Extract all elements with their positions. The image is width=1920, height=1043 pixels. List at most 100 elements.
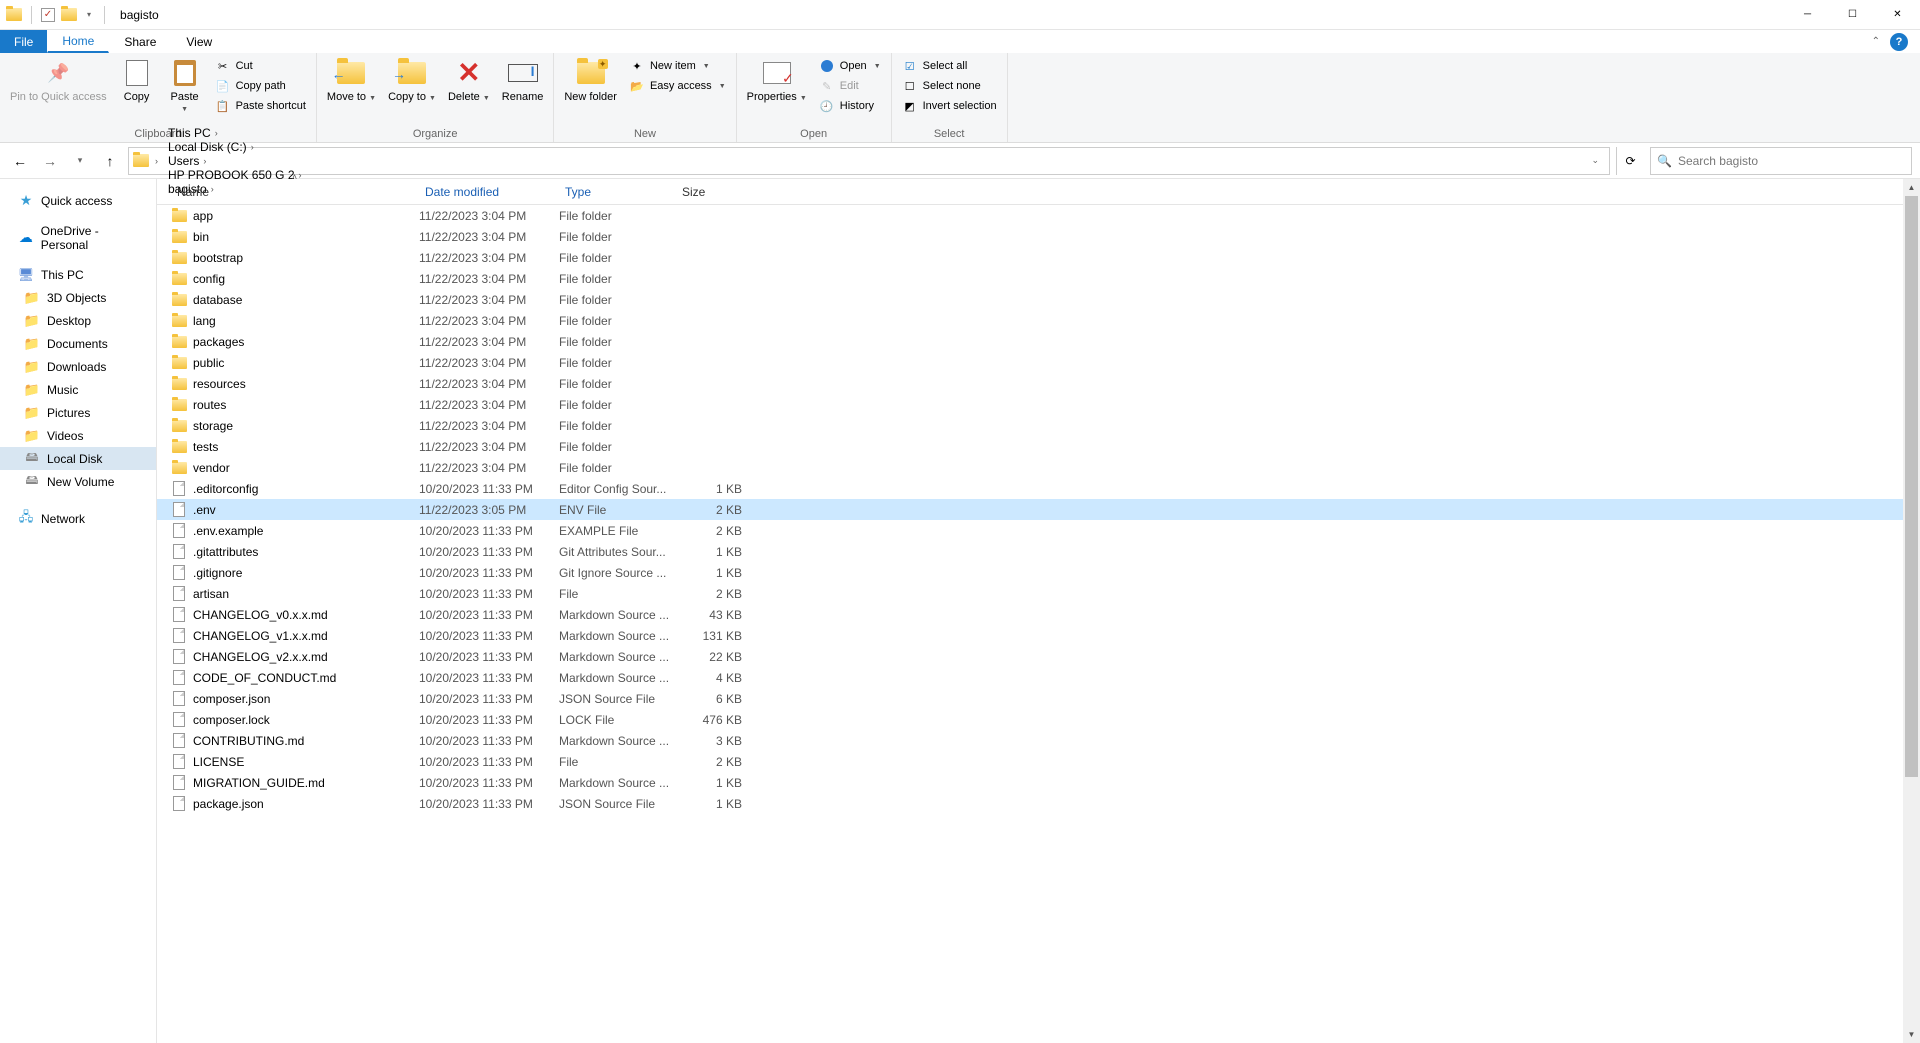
file-row[interactable]: .editorconfig10/20/2023 11:33 PMEditor C… (157, 478, 1920, 499)
file-row[interactable]: CONTRIBUTING.md10/20/2023 11:33 PMMarkdo… (157, 730, 1920, 751)
chevron-down-icon: ▼ (800, 95, 807, 102)
cut-button[interactable]: ✂Cut (211, 57, 310, 75)
file-row[interactable]: bootstrap11/22/2023 3:04 PMFile folder (157, 247, 1920, 268)
scrollbar-thumb[interactable] (1905, 196, 1918, 777)
sidebar-item[interactable]: 📁Downloads (0, 355, 156, 378)
open-button[interactable]: Open▼ (815, 57, 885, 75)
file-tab[interactable]: File (0, 30, 47, 53)
column-header-name[interactable]: ˄ Name (171, 179, 419, 204)
easy-access-button[interactable]: 📂Easy access▼ (625, 77, 730, 95)
scroll-up-button[interactable]: ▲ (1903, 179, 1920, 196)
file-row[interactable]: CHANGELOG_v2.x.x.md10/20/2023 11:33 PMMa… (157, 646, 1920, 667)
file-type: File folder (559, 293, 676, 307)
minimize-button[interactable]: ─ (1785, 0, 1830, 30)
paste-shortcut-button[interactable]: 📋Paste shortcut (211, 97, 310, 115)
file-icon (171, 649, 187, 665)
address-bar[interactable]: › This PC›Local Disk (C:)›Users›HP PROBO… (128, 147, 1610, 175)
invert-selection-button[interactable]: ◩Invert selection (898, 97, 1001, 115)
sidebar-item-network[interactable]: 🖧 Network (0, 507, 156, 530)
pin-to-quick-access-button[interactable]: 📌 Pin to Quick access (6, 55, 111, 106)
select-all-button[interactable]: ☑Select all (898, 57, 1001, 75)
qat-dropdown-icon[interactable]: ▾ (83, 10, 95, 19)
home-tab[interactable]: Home (47, 30, 109, 53)
help-icon[interactable]: ? (1890, 33, 1908, 51)
copy-button[interactable]: Copy (115, 55, 159, 106)
address-dropdown-icon[interactable]: ⌄ (1585, 155, 1605, 166)
file-row[interactable]: tests11/22/2023 3:04 PMFile folder (157, 436, 1920, 457)
sidebar-item[interactable]: 🖴New Volume (0, 470, 156, 493)
column-header-date[interactable]: Date modified (419, 179, 559, 204)
sidebar-item[interactable]: 📁3D Objects (0, 286, 156, 309)
file-row[interactable]: .env.example10/20/2023 11:33 PMEXAMPLE F… (157, 520, 1920, 541)
file-row[interactable]: CHANGELOG_v0.x.x.md10/20/2023 11:33 PMMa… (157, 604, 1920, 625)
paste-button[interactable]: Paste ▼ (163, 55, 207, 115)
new-item-button[interactable]: ✦New item▼ (625, 57, 730, 75)
new-folder-button[interactable]: ✦ New folder (560, 55, 621, 106)
move-to-button[interactable]: ← Move to ▼ (323, 55, 380, 107)
sidebar-item[interactable]: ★Quick access (0, 189, 156, 212)
sidebar-item[interactable]: ☁OneDrive - Personal (0, 226, 156, 249)
sidebar-item-this-pc[interactable]: 🖥 This PC (0, 263, 156, 286)
properties-button[interactable]: Properties ▼ (743, 55, 811, 107)
back-button[interactable]: ← (8, 149, 32, 173)
edit-button[interactable]: ✎Edit (815, 77, 885, 95)
file-row[interactable]: resources11/22/2023 3:04 PMFile folder (157, 373, 1920, 394)
breadcrumb-segment[interactable]: Users› (164, 154, 306, 168)
search-input[interactable]: 🔍 Search bagisto (1650, 147, 1912, 175)
file-row[interactable]: composer.json10/20/2023 11:33 PMJSON Sou… (157, 688, 1920, 709)
file-row[interactable]: .gitignore10/20/2023 11:33 PMGit Ignore … (157, 562, 1920, 583)
file-row[interactable]: public11/22/2023 3:04 PMFile folder (157, 352, 1920, 373)
file-row[interactable]: package.json10/20/2023 11:33 PMJSON Sour… (157, 793, 1920, 814)
maximize-button[interactable]: ☐ (1830, 0, 1875, 30)
sidebar-item[interactable]: 📁Music (0, 378, 156, 401)
view-tab[interactable]: View (171, 30, 227, 53)
select-none-button[interactable]: ☐Select none (898, 77, 1001, 95)
refresh-button[interactable]: ⟳ (1616, 147, 1644, 175)
column-header-size[interactable]: Size (676, 179, 750, 204)
file-row[interactable]: CODE_OF_CONDUCT.md10/20/2023 11:33 PMMar… (157, 667, 1920, 688)
sidebar-item[interactable]: 🖴Local Disk (0, 447, 156, 470)
file-row[interactable]: .gitattributes10/20/2023 11:33 PMGit Att… (157, 541, 1920, 562)
file-row[interactable]: bin11/22/2023 3:04 PMFile folder (157, 226, 1920, 247)
file-row[interactable]: storage11/22/2023 3:04 PMFile folder (157, 415, 1920, 436)
column-header-type[interactable]: Type (559, 179, 676, 204)
sidebar-item[interactable]: 📁Pictures (0, 401, 156, 424)
breadcrumb-chevron[interactable]: › (151, 148, 162, 174)
file-row[interactable]: vendor11/22/2023 3:04 PMFile folder (157, 457, 1920, 478)
collapse-ribbon-icon[interactable]: ⌃ (1872, 36, 1880, 47)
file-row[interactable]: lang11/22/2023 3:04 PMFile folder (157, 310, 1920, 331)
delete-button[interactable]: ✕ Delete ▼ (444, 55, 494, 107)
copy-to-button[interactable]: → Copy to ▼ (384, 55, 440, 107)
qat-folder-icon[interactable] (61, 8, 77, 21)
file-list[interactable]: app11/22/2023 3:04 PMFile folderbin11/22… (157, 205, 1920, 1043)
file-row[interactable]: routes11/22/2023 3:04 PMFile folder (157, 394, 1920, 415)
close-button[interactable]: ✕ (1875, 0, 1920, 30)
sidebar-item[interactable]: 📁Videos (0, 424, 156, 447)
vertical-scrollbar[interactable]: ▲ ▼ (1903, 179, 1920, 1043)
file-row[interactable]: .env11/22/2023 3:05 PMENV File2 KB (157, 499, 1920, 520)
file-row[interactable]: config11/22/2023 3:04 PMFile folder (157, 268, 1920, 289)
file-row[interactable]: artisan10/20/2023 11:33 PMFile2 KB (157, 583, 1920, 604)
recent-locations-button[interactable]: ▾ (68, 149, 92, 173)
rename-button[interactable]: Rename (498, 55, 548, 106)
file-row[interactable]: database11/22/2023 3:04 PMFile folder (157, 289, 1920, 310)
file-row[interactable]: MIGRATION_GUIDE.md10/20/2023 11:33 PMMar… (157, 772, 1920, 793)
file-row[interactable]: packages11/22/2023 3:04 PMFile folder (157, 331, 1920, 352)
scroll-down-button[interactable]: ▼ (1903, 1026, 1920, 1043)
breadcrumb-segment[interactable]: This PC› (164, 126, 306, 140)
file-row[interactable]: CHANGELOG_v1.x.x.md10/20/2023 11:33 PMMa… (157, 625, 1920, 646)
breadcrumb-segment[interactable]: Local Disk (C:)› (164, 140, 306, 154)
up-button[interactable]: ↑ (98, 149, 122, 173)
file-row[interactable]: app11/22/2023 3:04 PMFile folder (157, 205, 1920, 226)
copy-path-button[interactable]: 📄Copy path (211, 77, 310, 95)
share-tab[interactable]: Share (109, 30, 171, 53)
forward-button[interactable]: → (38, 149, 62, 173)
file-name: config (193, 272, 225, 286)
sidebar-item[interactable]: 📁Documents (0, 332, 156, 355)
sidebar-item[interactable]: 📁Desktop (0, 309, 156, 332)
qat-properties-icon[interactable]: ✓ (41, 8, 55, 22)
scrollbar-track[interactable] (1903, 196, 1920, 1026)
file-row[interactable]: composer.lock10/20/2023 11:33 PMLOCK Fil… (157, 709, 1920, 730)
history-button[interactable]: 🕘History (815, 97, 885, 115)
file-row[interactable]: LICENSE10/20/2023 11:33 PMFile2 KB (157, 751, 1920, 772)
